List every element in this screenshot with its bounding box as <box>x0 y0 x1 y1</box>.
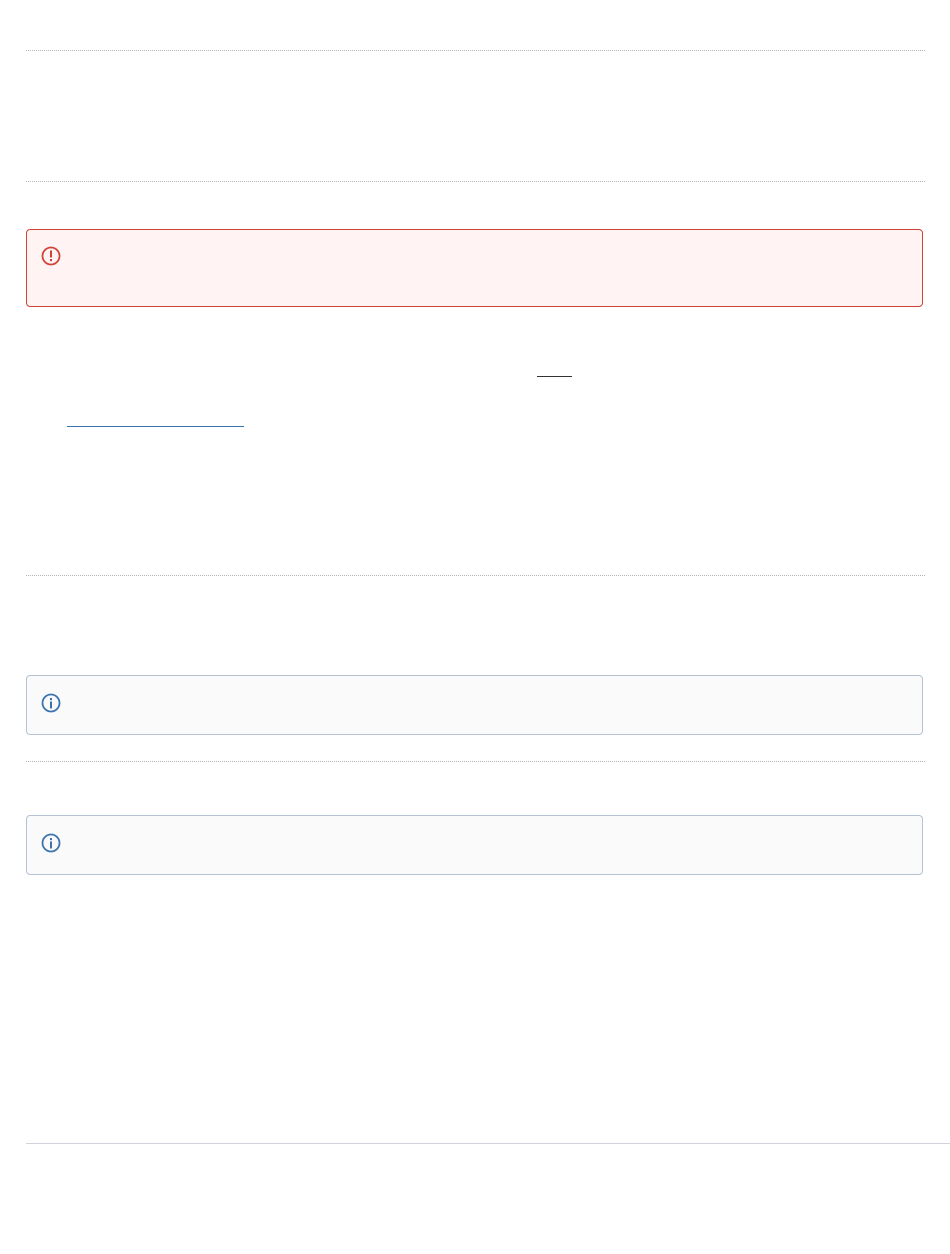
error-panel <box>26 229 923 307</box>
footer-divider <box>26 1143 950 1144</box>
info-panel <box>26 675 923 735</box>
info-icon <box>41 693 61 713</box>
section-divider <box>26 761 925 762</box>
section-divider <box>26 575 925 576</box>
hyperlink-underline[interactable] <box>67 426 244 427</box>
info-panel <box>26 815 923 875</box>
error-exclamation-icon <box>41 246 61 266</box>
underlined-text-fragment <box>537 376 572 377</box>
info-icon <box>41 833 61 853</box>
section-divider <box>26 181 925 182</box>
document-page <box>0 0 950 1254</box>
section-divider <box>26 50 925 51</box>
